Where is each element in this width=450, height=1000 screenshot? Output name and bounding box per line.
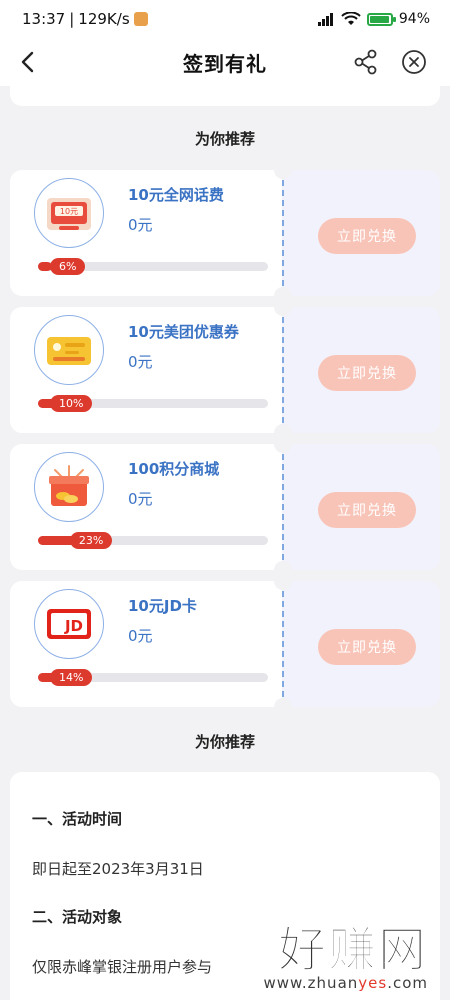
reward-image: 10元 <box>34 178 104 248</box>
reward-image <box>34 315 104 385</box>
rule-heading-audience: 二、活动对象 <box>32 908 123 926</box>
recommend-title-bottom: 为你推荐 <box>194 733 255 751</box>
watermark-domain-suffix: .com <box>387 974 428 992</box>
share-button[interactable] <box>352 48 380 76</box>
reward-name: 10元全网话费 <box>128 186 224 204</box>
gift-box-icon <box>49 465 89 506</box>
reward-image: JD <box>34 589 104 659</box>
notification-icon <box>133 12 148 26</box>
reward-card-meituan-coupon: 10元美团优惠券 0元 10% 立即兑换 <box>10 307 440 433</box>
battery-icon <box>366 12 396 26</box>
progress-badge: 10% <box>50 395 93 412</box>
reward-action: 立即兑换 <box>282 581 440 707</box>
status-left: 13:37 | 129K/s <box>22 10 148 28</box>
watermark-domain-accent: yes <box>358 974 388 992</box>
progress-bar: 6% <box>38 258 268 275</box>
jd-card-icon: JD <box>47 609 91 639</box>
rule-text-audience: 仅限赤峰掌银注册用户参与 <box>32 958 213 976</box>
reward-card-points-mall: 100积分商城 0元 23% 立即兑换 <box>10 444 440 570</box>
watermark-brand: 好赚网 <box>277 922 428 979</box>
page-title: 签到有礼 <box>183 51 267 76</box>
chevron-left-icon <box>21 51 34 73</box>
reward-price: 0元 <box>128 216 153 234</box>
watermark: 好赚网 www.zhuanyes.com <box>228 910 428 1000</box>
reward-image <box>34 452 104 522</box>
progress-bar: 10% <box>38 395 268 412</box>
reward-price: 0元 <box>128 627 153 645</box>
nav-bar: 签到有礼 <box>0 38 450 86</box>
close-circle-icon <box>402 50 426 74</box>
svg-text:10元: 10元 <box>60 207 78 216</box>
reward-action: 立即兑换 <box>282 444 440 570</box>
close-button[interactable] <box>400 48 428 76</box>
reward-price: 0元 <box>128 490 153 508</box>
progress-badge: 6% <box>50 258 86 275</box>
reward-name: 10元JD卡 <box>128 597 197 615</box>
reward-info: 10元美团优惠券 0元 10% <box>10 307 282 433</box>
redeem-button[interactable]: 立即兑换 <box>318 629 416 665</box>
progress-badge: 14% <box>50 669 93 686</box>
share-icon <box>354 49 377 75</box>
reward-card-phone-bill: 10元 10元全网话费 0元 6% 立即兑换 <box>10 170 440 296</box>
reward-name: 10元美团优惠券 <box>128 323 239 341</box>
battery-level: 94% <box>398 11 430 27</box>
watermark-domain-prefix: www.zhuan <box>263 974 359 992</box>
status-speed: 129K/s <box>78 10 130 28</box>
rule-heading-time: 一、活动时间 <box>32 810 123 828</box>
redeem-button[interactable]: 立即兑换 <box>318 492 416 528</box>
wifi-icon <box>341 12 361 25</box>
progress-bar: 14% <box>38 669 268 686</box>
previous-card-edge <box>10 86 440 106</box>
reward-price: 0元 <box>128 353 153 371</box>
status-right: 94% <box>317 11 430 27</box>
svg-text:JD: JD <box>64 617 83 635</box>
back-button[interactable] <box>14 48 42 76</box>
rule-text-time: 即日起至2023年3月31日 <box>32 860 204 878</box>
reward-card-jd-card: JD 10元JD卡 0元 14% 立即兑换 <box>10 581 440 707</box>
status-bar: 13:37 | 129K/s 94% <box>0 0 450 38</box>
redeem-button[interactable]: 立即兑换 <box>318 355 416 391</box>
coupon-card-icon <box>47 337 91 365</box>
recommend-title-top: 为你推荐 <box>194 130 255 148</box>
phone-bill-gift-icon: 10元 <box>47 198 91 230</box>
signal-icon <box>317 13 333 26</box>
watermark-domain: www.zhuanyes.com <box>228 974 428 992</box>
progress-badge: 23% <box>69 532 113 549</box>
reward-info: 100积分商城 0元 23% <box>10 444 282 570</box>
status-divider: | <box>69 10 75 28</box>
reward-info: JD 10元JD卡 0元 14% <box>10 581 282 707</box>
status-time: 13:37 <box>22 10 66 28</box>
reward-action: 立即兑换 <box>282 307 440 433</box>
reward-info: 10元 10元全网话费 0元 6% <box>10 170 282 296</box>
redeem-button[interactable]: 立即兑换 <box>318 218 416 254</box>
reward-action: 立即兑换 <box>282 170 440 296</box>
progress-bar: 23% <box>38 532 268 549</box>
reward-name: 100积分商城 <box>128 460 220 478</box>
